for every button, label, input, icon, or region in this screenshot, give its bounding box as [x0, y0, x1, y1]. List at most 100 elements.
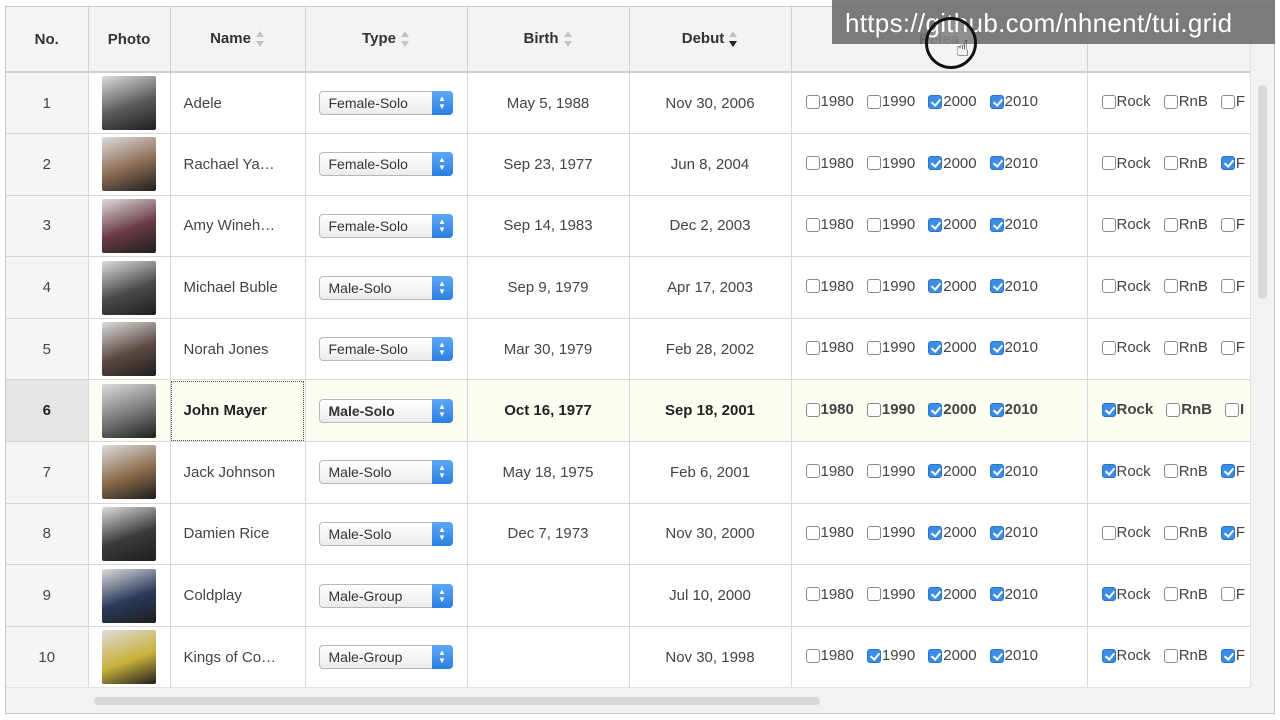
- years-checkbox[interactable]: 1980: [805, 155, 854, 172]
- photo-cell[interactable]: [88, 195, 171, 258]
- birth-cell[interactable]: [467, 564, 630, 627]
- genres-checkbox[interactable]: F: [1220, 524, 1245, 541]
- sort-desc-icon[interactable]: [729, 29, 738, 49]
- years-checkbox[interactable]: 2010: [989, 216, 1038, 233]
- header-debut[interactable]: Debut: [629, 7, 792, 73]
- years-checkbox[interactable]: 1990: [866, 216, 915, 233]
- vertical-scrollbar[interactable]: [1250, 7, 1274, 689]
- genres-checkbox[interactable]: Rock: [1101, 524, 1151, 541]
- checkbox-checked-icon[interactable]: [989, 525, 1004, 540]
- type-select[interactable]: Male-Solo ▲ ▼: [318, 521, 453, 546]
- table-row[interactable]: 7 Jack Johnson Male-Solo ▲ ▼ May 18, 1975 Feb …: [6, 441, 1251, 504]
- checkbox-unchecked-icon[interactable]: [866, 525, 881, 540]
- select-arrows-icon[interactable]: ▲ ▼: [431, 398, 453, 423]
- name-cell[interactable]: Damien Rice: [170, 503, 306, 566]
- checkbox-unchecked-icon[interactable]: [1101, 525, 1116, 540]
- checkbox-checked-icon[interactable]: [928, 525, 943, 540]
- debut-cell[interactable]: Apr 17, 2003: [629, 256, 792, 319]
- checkbox-unchecked-icon[interactable]: [866, 340, 881, 355]
- header-name[interactable]: Name: [170, 7, 306, 73]
- photo-cell[interactable]: [88, 318, 171, 381]
- genres-checkbox[interactable]: F: [1220, 463, 1245, 480]
- photo-cell[interactable]: [88, 441, 171, 504]
- header-birth[interactable]: Birth: [467, 7, 630, 73]
- vertical-scroll-thumb[interactable]: [1258, 85, 1267, 299]
- checkbox-unchecked-icon[interactable]: [1220, 279, 1235, 294]
- years-checkbox[interactable]: 2000: [928, 647, 977, 664]
- birth-cell[interactable]: Oct 16, 1977: [467, 379, 630, 443]
- years-checkbox[interactable]: 2010: [989, 93, 1038, 110]
- birth-cell[interactable]: Sep 9, 1979: [467, 256, 630, 319]
- birth-cell[interactable]: May 18, 1975: [467, 441, 630, 504]
- checkbox-checked-icon[interactable]: [989, 587, 1004, 602]
- years-checkbox[interactable]: 2000: [928, 463, 977, 480]
- table-row[interactable]: 9 Coldplay Male-Group ▲ ▼ Jul 10, 2000 1980 199…: [6, 564, 1251, 627]
- birth-cell[interactable]: Sep 23, 1977: [467, 133, 630, 196]
- row-number-cell[interactable]: 8: [6, 503, 89, 566]
- genres-checkbox[interactable]: RnB: [1166, 401, 1212, 418]
- debut-cell[interactable]: Dec 2, 2003: [629, 195, 792, 258]
- photo-cell[interactable]: [88, 626, 171, 689]
- years-checkbox[interactable]: 2000: [928, 216, 977, 233]
- name-cell[interactable]: Kings of Co…: [170, 626, 306, 689]
- genres-checkbox[interactable]: F: [1220, 155, 1245, 172]
- years-checkbox[interactable]: 2010: [989, 524, 1038, 541]
- type-cell[interactable]: Male-Solo ▲ ▼: [305, 503, 468, 566]
- row-number-cell[interactable]: 9: [6, 564, 89, 627]
- debut-cell[interactable]: Jul 10, 2000: [629, 564, 792, 627]
- birth-cell[interactable]: Mar 30, 1979: [467, 318, 630, 381]
- sort-icon[interactable]: [563, 29, 573, 49]
- checkbox-unchecked-icon[interactable]: [805, 217, 820, 232]
- type-select[interactable]: Male-Group ▲ ▼: [318, 645, 453, 670]
- years-checkbox[interactable]: 1980: [805, 647, 854, 664]
- checkbox-unchecked-icon[interactable]: [1225, 402, 1240, 417]
- birth-cell[interactable]: May 5, 1988: [467, 72, 630, 135]
- type-cell[interactable]: Male-Solo ▲ ▼: [305, 256, 468, 319]
- name-cell[interactable]: Norah Jones: [170, 318, 306, 381]
- genres-checkbox[interactable]: Rock: [1101, 463, 1151, 480]
- checkbox-unchecked-icon[interactable]: [805, 279, 820, 294]
- checkbox-unchecked-icon[interactable]: [805, 587, 820, 602]
- select-arrows-icon[interactable]: ▲ ▼: [431, 152, 453, 177]
- checkbox-unchecked-icon[interactable]: [805, 402, 820, 417]
- checkbox-checked-icon[interactable]: [928, 464, 943, 479]
- checkbox-checked-icon[interactable]: [989, 402, 1004, 417]
- years-checkbox[interactable]: 1980: [805, 278, 854, 295]
- select-arrows-icon[interactable]: ▲ ▼: [431, 337, 453, 362]
- select-arrows-icon[interactable]: ▲ ▼: [431, 91, 453, 116]
- row-number-cell[interactable]: 10: [6, 626, 89, 689]
- genres-checkbox[interactable]: F: [1220, 586, 1245, 603]
- checkbox-checked-icon[interactable]: [928, 648, 943, 663]
- table-row[interactable]: 3 Amy Wineh… Female-Solo ▲ ▼ Sep 14, 1983 Dec …: [6, 195, 1251, 258]
- horizontal-scrollbar[interactable]: [6, 687, 1251, 713]
- row-number-cell[interactable]: 3: [6, 195, 89, 258]
- years-checkbox[interactable]: 1990: [866, 401, 915, 418]
- select-arrows-icon[interactable]: ▲ ▼: [431, 583, 453, 608]
- sort-icon[interactable]: [255, 29, 265, 49]
- years-checkbox[interactable]: 1990: [866, 524, 915, 541]
- years-checkbox[interactable]: 1980: [805, 586, 854, 603]
- select-arrows-icon[interactable]: ▲ ▼: [431, 213, 453, 238]
- years-checkbox[interactable]: 1980: [805, 401, 854, 418]
- checkbox-checked-icon[interactable]: [989, 648, 1004, 663]
- genres-checkbox[interactable]: Rock: [1101, 155, 1151, 172]
- checkbox-unchecked-icon[interactable]: [866, 464, 881, 479]
- checkbox-unchecked-icon[interactable]: [1163, 340, 1178, 355]
- header-type[interactable]: Type: [305, 7, 468, 73]
- photo-cell[interactable]: [88, 133, 171, 196]
- genres-checkbox[interactable]: Rock: [1101, 339, 1151, 356]
- checkbox-unchecked-icon[interactable]: [805, 464, 820, 479]
- years-checkbox[interactable]: 2000: [928, 586, 977, 603]
- checkbox-unchecked-icon[interactable]: [1220, 340, 1235, 355]
- years-checkbox[interactable]: 2010: [989, 155, 1038, 172]
- checkbox-checked-icon[interactable]: [1101, 587, 1116, 602]
- genres-checkbox[interactable]: F: [1220, 216, 1245, 233]
- checkbox-unchecked-icon[interactable]: [805, 525, 820, 540]
- checkbox-checked-icon[interactable]: [1220, 648, 1235, 663]
- genres-checkbox[interactable]: F: [1220, 278, 1245, 295]
- select-arrows-icon[interactable]: ▲ ▼: [431, 521, 453, 546]
- type-cell[interactable]: Female-Solo ▲ ▼: [305, 133, 468, 196]
- birth-cell[interactable]: Dec 7, 1973: [467, 503, 630, 566]
- type-cell[interactable]: Male-Group ▲ ▼: [305, 626, 468, 689]
- type-select[interactable]: Male-Solo ▲ ▼: [318, 398, 453, 423]
